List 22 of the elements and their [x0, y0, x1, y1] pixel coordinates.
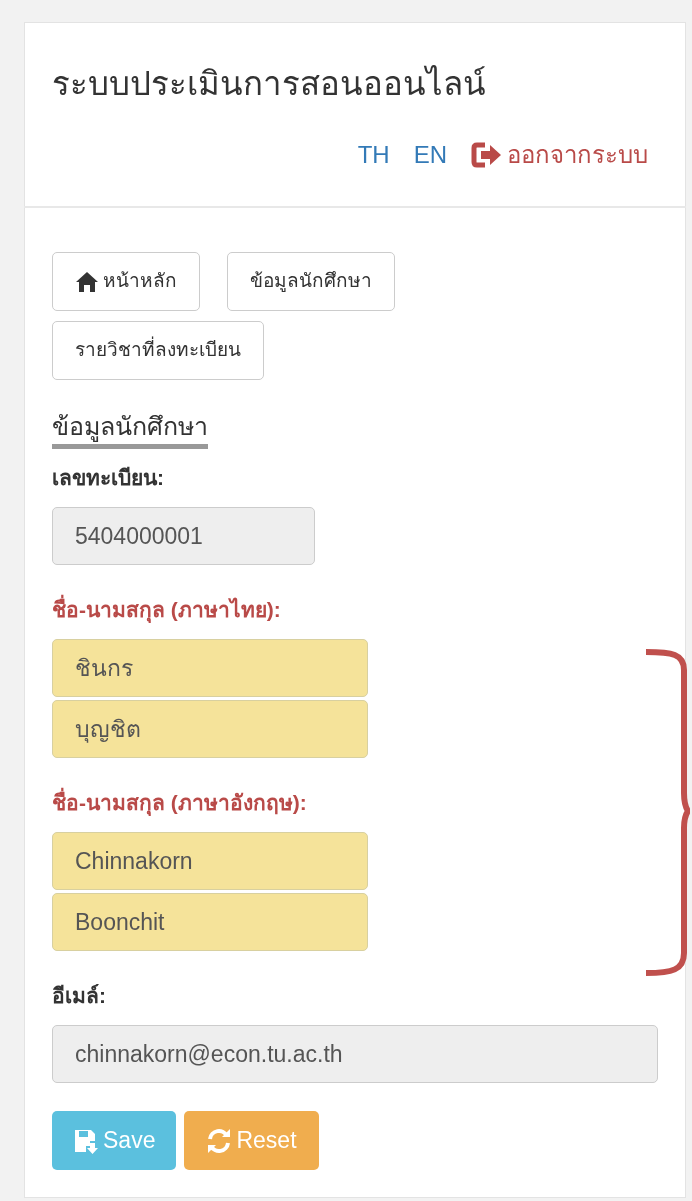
page-title: ระบบประเมินการสอนออนไลน์ [52, 64, 487, 104]
input-field[interactable]: ชินกร [52, 639, 368, 697]
field-label: อีเมล์: [52, 983, 107, 1009]
input-field[interactable]: บุญชิต [52, 700, 368, 758]
field-label: ชื่อ-นามสกุล (ภาษาไทย): [52, 595, 658, 625]
sign-out-icon [471, 142, 503, 168]
nav-button[interactable]: รายวิชาที่ลงทะเบียน [52, 321, 264, 380]
home-icon [75, 270, 99, 293]
logout-link[interactable]: ออกจากระบบ [471, 140, 648, 170]
nav-button[interactable]: หน้าหลัก [52, 252, 200, 311]
field-label: ชื่อ-นามสกุล (ภาษาอังกฤษ): [52, 788, 658, 818]
language-link[interactable]: EN [413, 140, 447, 170]
input-field[interactable]: chinnakorn@econ.tu.ac.th [52, 1025, 658, 1083]
input-field[interactable]: Chinnakorn [52, 832, 368, 890]
floppy-disk-icon [73, 1127, 99, 1154]
refresh-icon [206, 1127, 233, 1154]
input-field[interactable]: 5404000001 [52, 507, 315, 565]
input-field[interactable]: Boonchit [52, 893, 368, 951]
language-link[interactable]: TH [357, 140, 390, 170]
section-heading: ข้อมูลนักศึกษา [52, 410, 208, 449]
field-label: เลขทะเบียน: [52, 465, 165, 491]
nav-button[interactable]: ข้อมูลนักศึกษา [227, 252, 395, 311]
